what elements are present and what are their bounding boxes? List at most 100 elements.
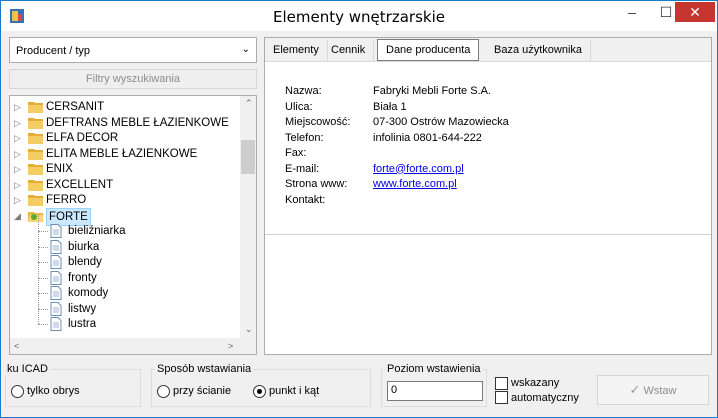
folder-icon — [28, 133, 43, 144]
collapse-arrow-icon[interactable]: ◢ — [14, 208, 24, 224]
tree-connector — [38, 277, 48, 279]
radio-point-angle-label[interactable]: punkt i kąt — [269, 385, 319, 397]
scroll-down-icon[interactable]: ⌄ — [245, 324, 253, 335]
expand-arrow-icon[interactable]: ▷ — [14, 99, 24, 115]
radio-point-angle[interactable] — [253, 385, 266, 398]
tree-item-label: FERRO — [46, 194, 87, 206]
tab-pricelist[interactable]: Cennik — [323, 40, 375, 62]
tree-item-label: CERSANIT — [46, 101, 105, 113]
tree-connector — [38, 246, 48, 248]
tree-folder-item[interactable]: ▷ ENIX — [10, 161, 236, 177]
tree-item-label: DEFTRANS MEBLE ŁAZIENKOWE — [46, 116, 229, 129]
checkbox-indicated-label[interactable]: wskazany — [511, 377, 559, 389]
field-label: Nazwa: — [285, 85, 322, 97]
group-by-dropdown[interactable]: Producent / typ ⌄ — [9, 37, 257, 63]
tree-leaf-item[interactable]: lustra — [10, 308, 236, 332]
field-link[interactable]: www.forte.com.pl — [373, 178, 457, 190]
tree-folder-item[interactable]: ▷ ELITA MEBLE ŁAZIENKOWE — [10, 146, 236, 162]
tree-connector — [38, 308, 48, 310]
dropdown-value: Producent / typ — [16, 45, 90, 57]
field-label: Telefon: — [285, 131, 324, 144]
folder-icon — [28, 179, 43, 191]
document-icon — [50, 255, 62, 269]
tree-connector — [38, 277, 39, 293]
expand-arrow-icon[interactable]: ▷ — [14, 177, 24, 193]
tree-folder-item[interactable]: ▷ EXCELLENT — [10, 177, 236, 193]
folder-icon — [28, 164, 43, 175]
checkbox-automatic-label[interactable]: automatyczny — [511, 392, 579, 404]
field-value: infolinia 0801-644-222 — [373, 131, 482, 144]
divider — [265, 234, 711, 235]
field-label: Fax: — [285, 147, 307, 159]
icad-group-title: ku ICAD — [5, 363, 50, 375]
field-value: Biała 1 — [373, 100, 407, 113]
window-title: Elementy wnętrzarskie — [273, 8, 445, 26]
tree-item-label: listwy — [68, 302, 97, 315]
field-value: Fabryki Mebli Forte S.A. — [373, 85, 491, 97]
field-label: Strona www: — [285, 178, 348, 190]
field-label: Kontakt: — [285, 193, 326, 206]
field-label: Ulica: — [285, 100, 313, 113]
tab-elements[interactable]: Elementy — [265, 40, 328, 62]
folder-icon — [28, 102, 43, 113]
vertical-scrollbar[interactable]: ⌃ ⌄ — [240, 96, 256, 340]
tree-item-label: ELFA DECOR — [46, 132, 119, 144]
field-value: 07-300 Ostrów Mazowiecka — [373, 116, 509, 128]
radio-outline-only[interactable] — [11, 385, 24, 398]
checkbox-automatic[interactable] — [495, 391, 508, 404]
tree-leaf-item[interactable]: komody — [10, 277, 236, 301]
tree-folder-item[interactable]: ▷ CERSANIT — [10, 99, 236, 115]
scroll-thumb[interactable] — [241, 140, 255, 174]
radio-outline-only-label[interactable]: tylko obrys — [27, 385, 80, 397]
tree-item-label: ELITA MEBLE ŁAZIENKOWE — [46, 147, 198, 160]
tree-leaf-item[interactable]: blendy — [10, 246, 236, 270]
radio-by-wall[interactable] — [157, 385, 170, 398]
tree-connector — [38, 324, 48, 325]
document-icon — [50, 224, 62, 238]
scroll-left-icon[interactable]: < — [14, 341, 19, 351]
tree-item-label: lustra — [68, 318, 97, 330]
tree-item-label: komody — [68, 287, 109, 299]
tab-producer-data[interactable]: Dane producenta — [377, 39, 480, 61]
insert-button-label: Wstaw — [643, 385, 677, 397]
expand-arrow-icon[interactable]: ▷ — [14, 192, 24, 208]
catalog-tree[interactable]: ⌃ ⌄ < > ▷ CERSANIT ▷ DEFTRANS MEBLE ŁAZIENK… — [9, 95, 257, 355]
folder-icon — [28, 195, 43, 206]
insert-button[interactable]: ✓ Wstaw — [597, 375, 709, 405]
horizontal-scrollbar[interactable]: < > — [10, 338, 256, 354]
tree-folder-item[interactable]: ◢ FORTE — [10, 207, 236, 226]
tree-folder-item[interactable]: ▷ ELFA DECOR — [10, 130, 236, 146]
insert-options-bar: ku ICAD tylko obrys Sposób wstawiania pr… — [1, 361, 717, 417]
tree-folder-item[interactable]: ▷ FERRO — [10, 192, 236, 208]
field-label: E-mail: — [285, 162, 320, 175]
tree-connector — [38, 246, 39, 262]
expand-arrow-icon[interactable]: ▷ — [14, 130, 24, 146]
tree-connector — [38, 308, 39, 324]
minimize-button[interactable]: – — [615, 1, 649, 23]
close-button[interactable]: ✕ — [675, 2, 715, 22]
tree-item-label: blendy — [68, 256, 102, 268]
catalog-panel: Producent / typ ⌄ Filtry wyszukiwania ⌃ … — [9, 37, 257, 355]
tree-item-label: biurka — [68, 240, 100, 253]
tree-leaf-item[interactable]: listwy — [10, 292, 236, 317]
tree-leaf-item[interactable]: biurka — [10, 230, 236, 255]
scroll-up-icon[interactable]: ⌃ — [245, 98, 253, 109]
tree-folder-item[interactable]: ▷ DEFTRANS MEBLE ŁAZIENKOWE — [10, 115, 236, 131]
expand-arrow-icon[interactable]: ▷ — [14, 115, 24, 131]
scroll-right-icon[interactable]: > — [228, 341, 233, 351]
checkbox-indicated[interactable] — [495, 377, 508, 390]
expand-arrow-icon[interactable]: ▷ — [14, 161, 24, 177]
tree-item-label: ENIX — [46, 163, 73, 175]
tab-user-database[interactable]: Baza użytkownika — [486, 40, 592, 62]
document-icon — [50, 301, 62, 316]
level-input[interactable]: 0 — [387, 381, 483, 401]
field-link[interactable]: forte@forte.com.pl — [373, 163, 464, 175]
tab-bar: Elementy Cennik Dane producenta Baza uży… — [265, 38, 711, 62]
expand-arrow-icon[interactable]: ▷ — [14, 146, 24, 162]
tree-leaf-item[interactable]: fronty — [10, 261, 236, 286]
details-panel: Elementy Cennik Dane producenta Baza uży… — [264, 37, 712, 355]
search-filters-button[interactable]: Filtry wyszukiwania — [9, 69, 257, 89]
radio-by-wall-label[interactable]: przy ścianie — [173, 385, 231, 397]
tree-leaf-item[interactable]: bieliźniarka — [10, 215, 236, 239]
insert-mode-title: Sposób wstawiania — [155, 363, 254, 375]
